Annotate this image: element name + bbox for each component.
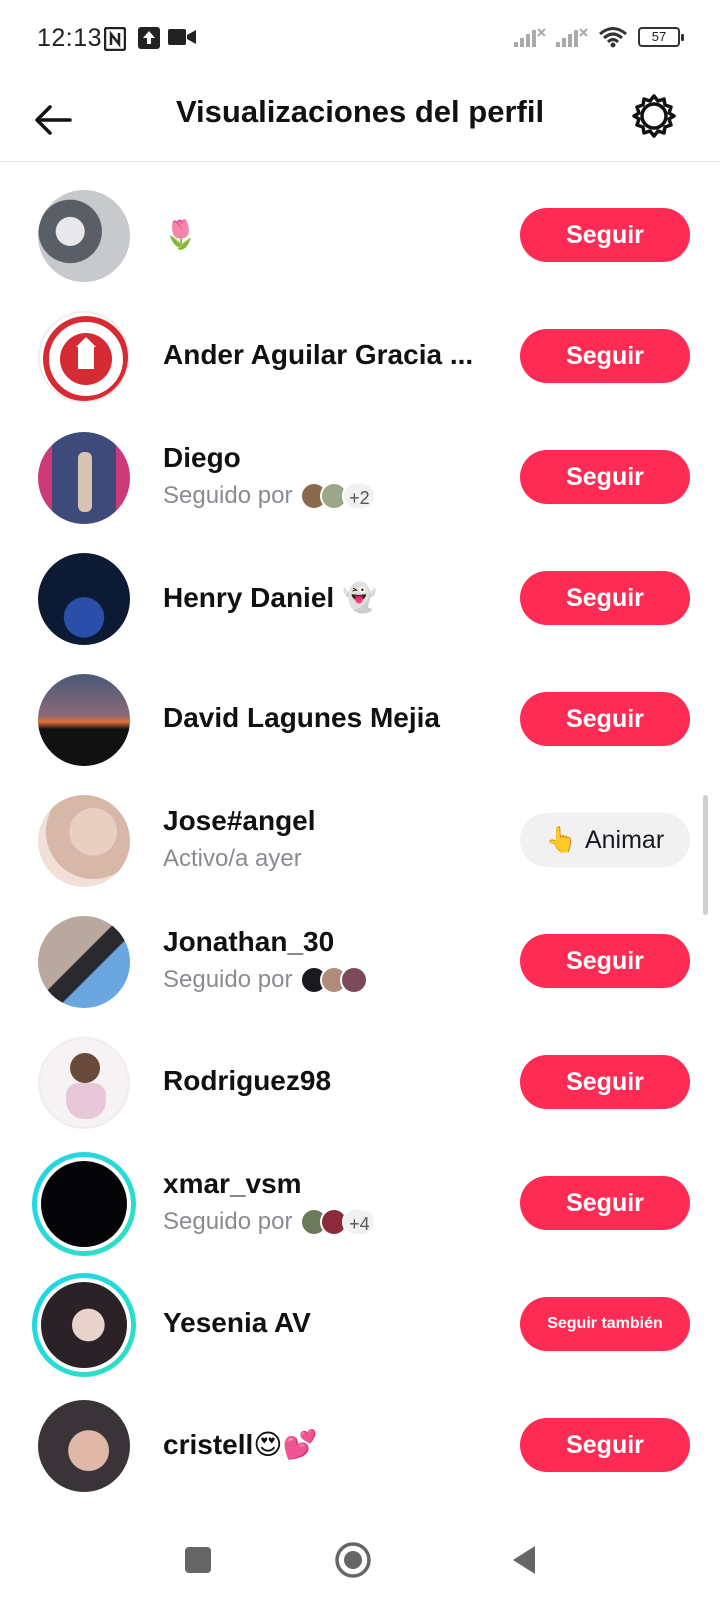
follow-button[interactable]: Seguir: [520, 1418, 690, 1472]
status-time: 12:13: [37, 24, 103, 52]
follow-button[interactable]: Seguir: [520, 571, 690, 625]
followed-by-label: Seguido por: [163, 1208, 293, 1235]
mutual-avatars: [300, 966, 369, 994]
header: Visualizaciones del perfil: [0, 78, 720, 162]
followed-by: Seguido por +4: [163, 1208, 377, 1236]
club-logo-icon: [43, 316, 128, 401]
avatar[interactable]: [38, 311, 130, 403]
list-item[interactable]: David Lagunes Mejia Seguir: [0, 662, 720, 774]
scrollbar[interactable]: [703, 795, 708, 915]
pointing-hand-icon: 👆: [545, 826, 577, 854]
list-item[interactable]: Rodriguez98 Seguir: [0, 1025, 720, 1137]
gear-icon[interactable]: [630, 92, 678, 140]
avatar: [37, 1278, 131, 1372]
wifi-icon: [599, 27, 627, 48]
mutual-avatars: +2: [300, 482, 377, 510]
user-name: Diego: [163, 442, 241, 473]
follow-button[interactable]: Seguir: [520, 329, 690, 383]
nudge-button-label: Animar: [584, 826, 665, 854]
status-bar: 12:13 57: [0, 0, 720, 78]
follow-button[interactable]: Seguir: [520, 934, 690, 988]
list-item[interactable]: Yesenia AV Seguir también: [0, 1267, 720, 1379]
list-item[interactable]: Jonathan_30 Seguido por Seguir: [0, 904, 720, 1016]
user-name: Rodriguez98: [163, 1065, 332, 1096]
signal-icon: [556, 28, 588, 47]
follow-button[interactable]: Seguir: [520, 208, 690, 262]
mutual-count: +4: [342, 1208, 377, 1236]
nfc-icon: [104, 27, 126, 51]
mini-avatar: [340, 966, 369, 994]
activity-status: Activo/a ayer: [163, 845, 302, 873]
user-name: 🌷: [163, 219, 198, 250]
triangle-back-icon[interactable]: [505, 1540, 545, 1580]
avatar[interactable]: [38, 795, 130, 887]
circle-home-icon[interactable]: [333, 1540, 373, 1580]
follow-button[interactable]: Seguir: [520, 1055, 690, 1109]
list-item[interactable]: 🌷 Seguir: [0, 178, 720, 290]
user-name: Jose#angel: [163, 805, 316, 836]
followed-by-label: Seguido por: [163, 482, 293, 509]
list-item[interactable]: Henry Daniel 👻 Seguir: [0, 541, 720, 653]
mutual-count: +2: [342, 482, 377, 510]
avatar-with-story-ring[interactable]: [32, 1273, 136, 1377]
list-item[interactable]: xmar_vsm Seguido por +4 Seguir: [0, 1146, 720, 1258]
activity-status-label: Activo/a ayer: [163, 845, 302, 872]
avatar[interactable]: [38, 1400, 130, 1492]
followed-by: Seguido por: [163, 966, 369, 994]
battery-indicator: 57: [638, 27, 684, 47]
avatar[interactable]: [38, 1037, 130, 1129]
system-nav-bar: [0, 1520, 720, 1600]
follow-back-button[interactable]: Seguir también: [520, 1297, 690, 1351]
avatar: [37, 1157, 131, 1251]
mutual-avatars: +4: [300, 1208, 377, 1236]
avatar[interactable]: [38, 432, 130, 524]
nudge-button[interactable]: 👆 Animar: [520, 813, 690, 867]
user-name: Yesenia AV: [163, 1307, 311, 1338]
page-title: Visualizaciones del perfil: [175, 94, 545, 129]
square-recents-icon[interactable]: [178, 1540, 218, 1580]
follow-button[interactable]: Seguir: [520, 692, 690, 746]
user-name: David Lagunes Mejia: [163, 702, 440, 733]
signal-icon: [514, 28, 546, 47]
avatar[interactable]: [38, 190, 130, 282]
status-right-icons: 57: [514, 26, 684, 48]
avatar[interactable]: [38, 553, 130, 645]
follow-button[interactable]: Seguir: [520, 450, 690, 504]
avatar-with-story-ring[interactable]: [32, 1152, 136, 1256]
upload-icon: [138, 27, 160, 49]
user-name: Jonathan_30: [163, 926, 335, 957]
video-camera-icon: [168, 29, 196, 45]
avatar[interactable]: [38, 674, 130, 766]
list-item[interactable]: Jose#angel Activo/a ayer 👆 Animar: [0, 783, 720, 895]
follow-button[interactable]: Seguir: [520, 1176, 690, 1230]
user-name: Ander Aguilar Gracia ...: [163, 339, 474, 370]
followed-by: Seguido por +2: [163, 482, 377, 510]
list-item[interactable]: Ander Aguilar Gracia ... Seguir: [0, 299, 720, 411]
followed-by-label: Seguido por: [163, 966, 293, 993]
user-name: Henry Daniel 👻: [163, 582, 377, 613]
user-name: xmar_vsm: [163, 1168, 302, 1199]
list-item[interactable]: Diego Seguido por +2 Seguir: [0, 420, 720, 532]
avatar[interactable]: [38, 916, 130, 1008]
list-item[interactable]: cristell😍💕 Seguir: [0, 1388, 720, 1500]
user-name: cristell😍💕: [163, 1429, 318, 1460]
